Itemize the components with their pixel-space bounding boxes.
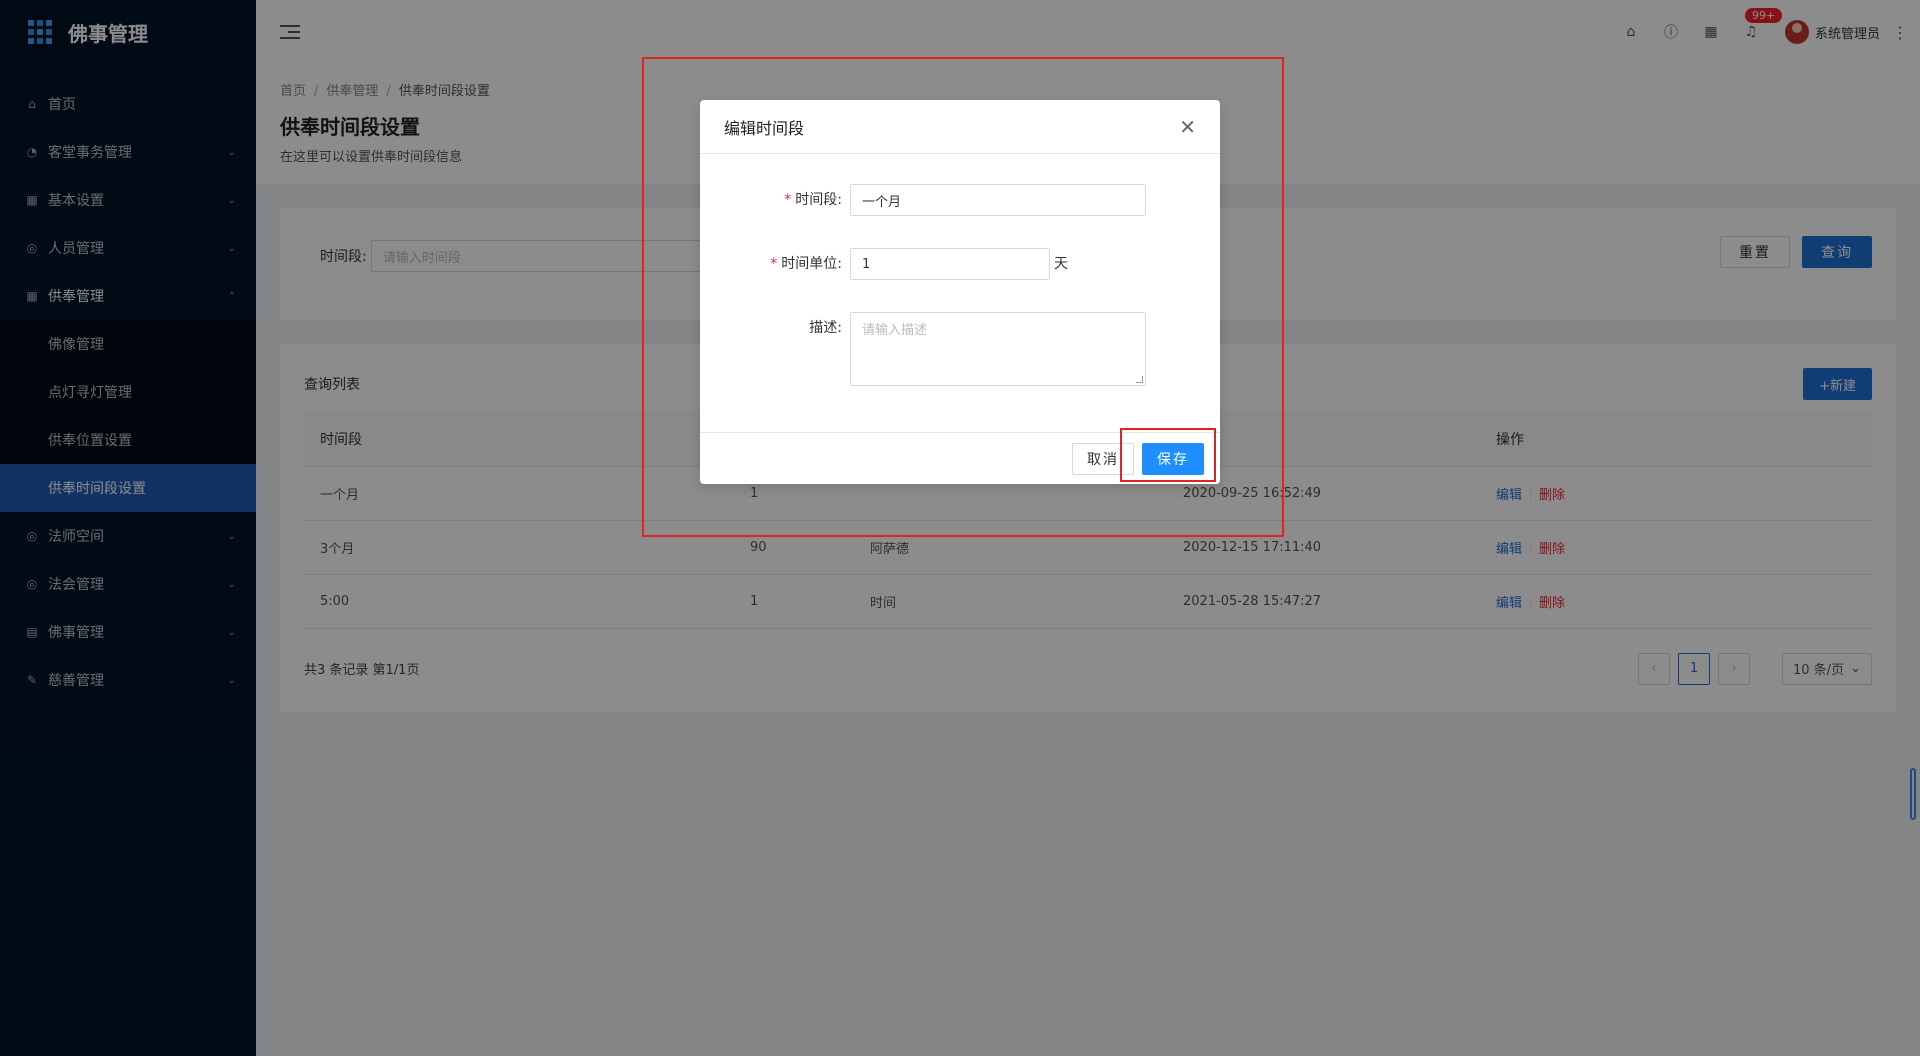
highlight-box-save: [1120, 428, 1216, 482]
